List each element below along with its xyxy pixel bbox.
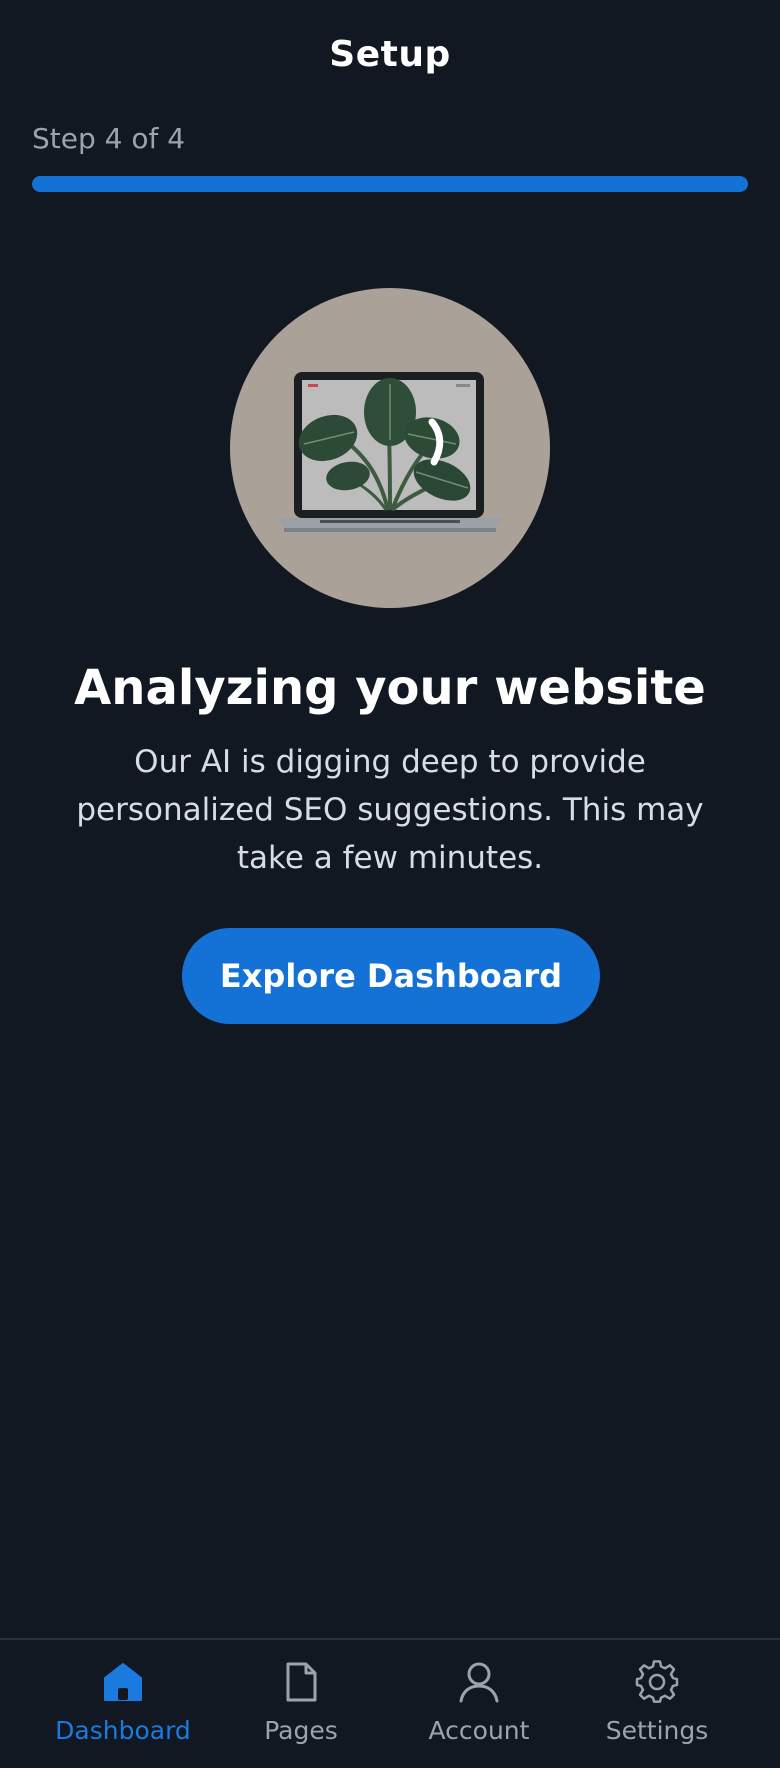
user-icon [459,1662,499,1703]
document-icon [286,1662,317,1702]
tab-pages-label: Pages [264,1716,338,1745]
tab-settings[interactable]: Settings [572,1640,742,1768]
progress-bar-fill [32,176,748,192]
gear-icon [635,1660,679,1703]
step-indicator: Step 4 of 4 [32,122,186,155]
tab-account[interactable]: Account [394,1640,564,1768]
headline: Analyzing your website [74,660,706,716]
hero-illustration [230,288,550,608]
explore-dashboard-button[interactable]: Explore Dashboard [182,928,600,1024]
page-title: Setup [329,34,451,75]
setup-screen: Setup Step 4 of 4 Analyzing your website… [0,0,780,1768]
bottom-tab-bar: Dashboard Pages Account Settings [0,1638,780,1768]
tab-dashboard-label: Dashboard [55,1716,191,1745]
description-text: Our AI is digging deep to provide person… [76,744,704,876]
laptop-plant-image [278,372,502,532]
tab-dashboard[interactable]: Dashboard [38,1640,208,1768]
tab-pages[interactable]: Pages [216,1640,386,1768]
home-icon [104,1663,142,1701]
tab-account-label: Account [428,1716,530,1745]
progress-bar [32,176,748,192]
tab-settings-label: Settings [605,1716,709,1745]
